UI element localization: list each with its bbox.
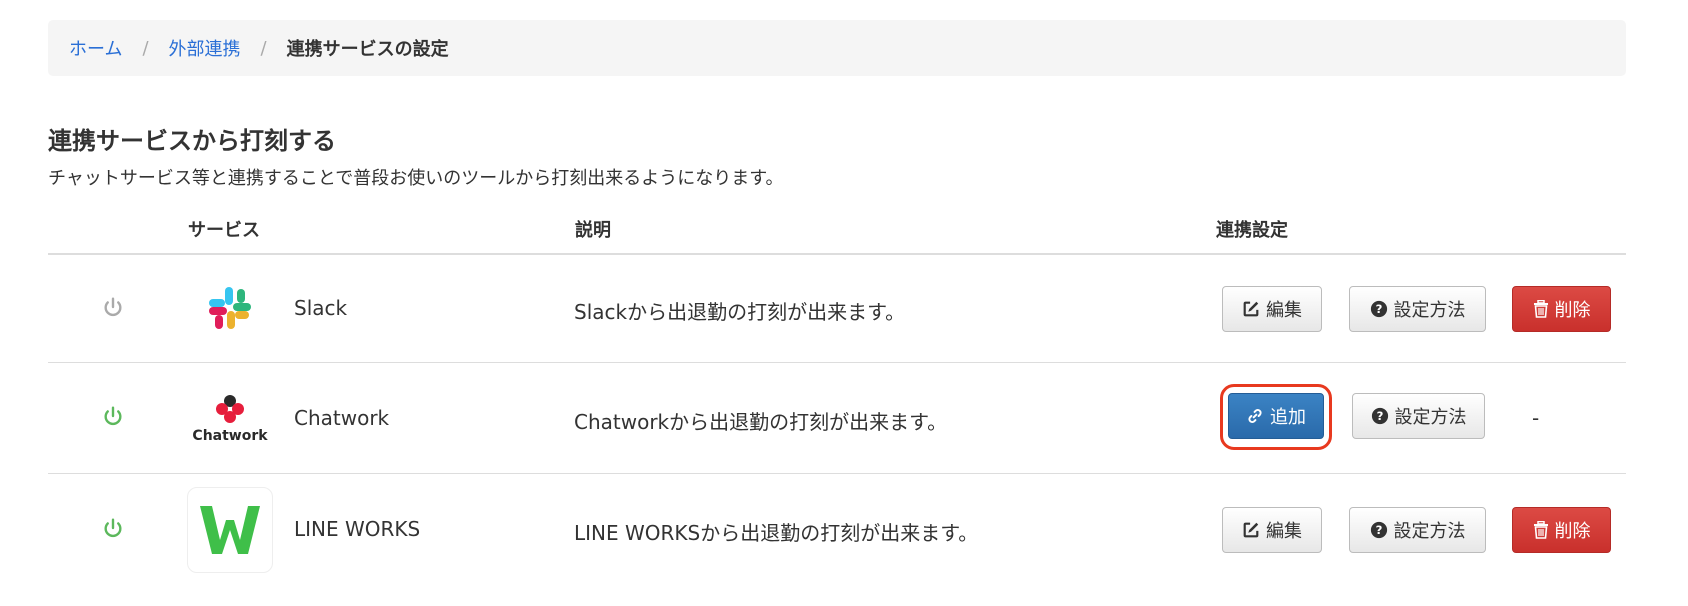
service-name: LINE WORKS — [294, 517, 421, 541]
service-name: Slack — [294, 296, 348, 320]
edit-button[interactable]: 編集 — [1222, 507, 1322, 553]
power-icon[interactable] — [102, 405, 124, 427]
service-name: Chatwork — [294, 406, 390, 430]
chatwork-logo-text: Chatwork — [192, 428, 268, 444]
table-header: サービス 説明 連携設定 — [48, 200, 1626, 255]
table-row-chatwork: Chatwork Chatwork Chatworkから出退勤の打刻が出来ます。… — [48, 363, 1626, 474]
power-icon[interactable] — [102, 296, 124, 318]
power-icon[interactable] — [102, 517, 124, 539]
breadcrumb-integrations-link[interactable]: 外部連携 — [169, 35, 241, 61]
howto-button[interactable]: ? 設定方法 — [1349, 286, 1486, 332]
howto-button[interactable]: ? 設定方法 — [1349, 507, 1486, 553]
howto-label: 設定方法 — [1393, 300, 1466, 321]
delete-button[interactable]: 削除 — [1512, 507, 1611, 553]
question-circle-icon: ? — [1371, 407, 1388, 425]
no-action-placeholder: - — [1532, 406, 1540, 430]
page-description: チャットサービス等と連携することで普段お使いのツールから打刻出来るようになります… — [48, 168, 784, 189]
service-description: Slackから出退勤の打刻が出来ます。 — [574, 300, 906, 324]
slack-logo — [187, 265, 273, 351]
svg-text:?: ? — [1375, 302, 1382, 316]
edit-icon — [1243, 522, 1259, 538]
page-title: 連携サービスから打刻する — [48, 127, 336, 155]
header-service: サービス — [188, 220, 260, 241]
breadcrumb-separator: / — [142, 37, 149, 59]
question-circle-icon: ? — [1370, 300, 1387, 318]
chatwork-logo: Chatwork — [187, 375, 273, 461]
service-description: Chatworkから出退勤の打刻が出来ます。 — [574, 410, 948, 434]
service-description: LINE WORKSから出退勤の打刻が出来ます。 — [574, 521, 979, 545]
trash-icon — [1533, 300, 1548, 318]
header-settings: 連携設定 — [1216, 220, 1288, 241]
edit-icon — [1243, 301, 1259, 317]
howto-label: 設定方法 — [1393, 521, 1466, 542]
breadcrumb-home-link[interactable]: ホーム — [69, 35, 122, 61]
trash-icon — [1533, 521, 1548, 539]
add-button[interactable]: 追加 — [1228, 393, 1324, 439]
question-circle-icon: ? — [1370, 521, 1387, 539]
table-row-line-works: LINE WORKS LINE WORKSから出退勤の打刻が出来ます。 編集 ?… — [48, 474, 1626, 584]
edit-button[interactable]: 編集 — [1222, 286, 1322, 332]
delete-button[interactable]: 削除 — [1512, 286, 1611, 332]
table-row-slack: Slack Slackから出退勤の打刻が出来ます。 編集 ? 設定方法 削除 — [48, 255, 1626, 363]
svg-text:?: ? — [1375, 523, 1382, 537]
breadcrumb: ホーム / 外部連携 / 連携サービスの設定 — [48, 20, 1626, 76]
line-works-logo — [187, 487, 273, 573]
header-description: 説明 — [575, 220, 611, 241]
edit-label: 編集 — [1266, 300, 1302, 321]
svg-text:?: ? — [1376, 409, 1383, 423]
breadcrumb-separator: / — [260, 37, 267, 59]
edit-label: 編集 — [1266, 521, 1302, 542]
add-label: 追加 — [1270, 407, 1306, 428]
delete-label: 削除 — [1554, 300, 1591, 321]
delete-label: 削除 — [1554, 521, 1591, 542]
howto-button[interactable]: ? 設定方法 — [1352, 393, 1485, 439]
howto-label: 設定方法 — [1394, 407, 1467, 428]
link-icon — [1248, 409, 1262, 423]
breadcrumb-current: 連携サービスの設定 — [286, 39, 449, 60]
